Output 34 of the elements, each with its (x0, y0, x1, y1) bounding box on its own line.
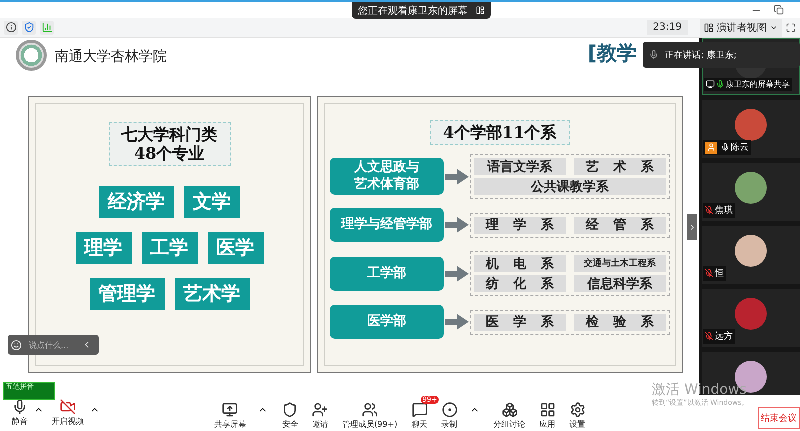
discipline-label: 文学 (184, 186, 240, 218)
department-label: 公共课教学系 (474, 178, 666, 196)
meeting-time: 23:19 (647, 20, 688, 35)
department-label: 机 电 系 (474, 255, 566, 272)
slide-title: [教学 (588, 40, 637, 67)
speaker-text: 正在讲话: 康卫东; (665, 50, 737, 62)
department-label: 医 学 系 (474, 314, 566, 331)
panel-heading: 4个学部11个系 (430, 120, 570, 146)
department-label: 纺 化 系 (474, 275, 566, 292)
discipline-label: 艺术学 (174, 278, 250, 310)
department-label: 语言文学系 (474, 158, 566, 176)
department-label: 理 学 系 (474, 216, 566, 234)
division-label: 人文思政与 艺术体育部 (330, 158, 444, 195)
panel-heading: 七大学科门类 48个专业 (108, 122, 230, 166)
discipline-label: 理学 (76, 232, 132, 264)
department-label: 信息科学系 (574, 275, 666, 292)
school-name: 南通大学杏林学院 (55, 48, 167, 66)
department-label: 艺 术 系 (574, 158, 666, 176)
participant-name: 陈云 (703, 140, 751, 155)
participant-name: 焦琪 (703, 203, 735, 218)
discipline-label: 经济学 (99, 186, 174, 218)
participant-name: 远方 (703, 329, 735, 344)
department-label: 检 验 系 (574, 314, 666, 331)
participant-name: 康卫东的屏幕共享 (704, 78, 792, 91)
discipline-label: 工学 (142, 232, 198, 264)
division-label: 理学与经管学部 (330, 208, 444, 242)
division-label: 医学部 (330, 305, 444, 340)
department-label: 交通与土木工程系 (574, 255, 666, 272)
participant-name: 恒 (703, 266, 726, 281)
viewing-tooltip: 您正在观看康卫东的屏幕 (352, 2, 491, 19)
discipline-label: 管理学 (90, 278, 164, 310)
division-label: 工学部 (330, 256, 444, 291)
department-label: 经 管 系 (574, 216, 666, 234)
discipline-label: 医学 (208, 232, 264, 264)
